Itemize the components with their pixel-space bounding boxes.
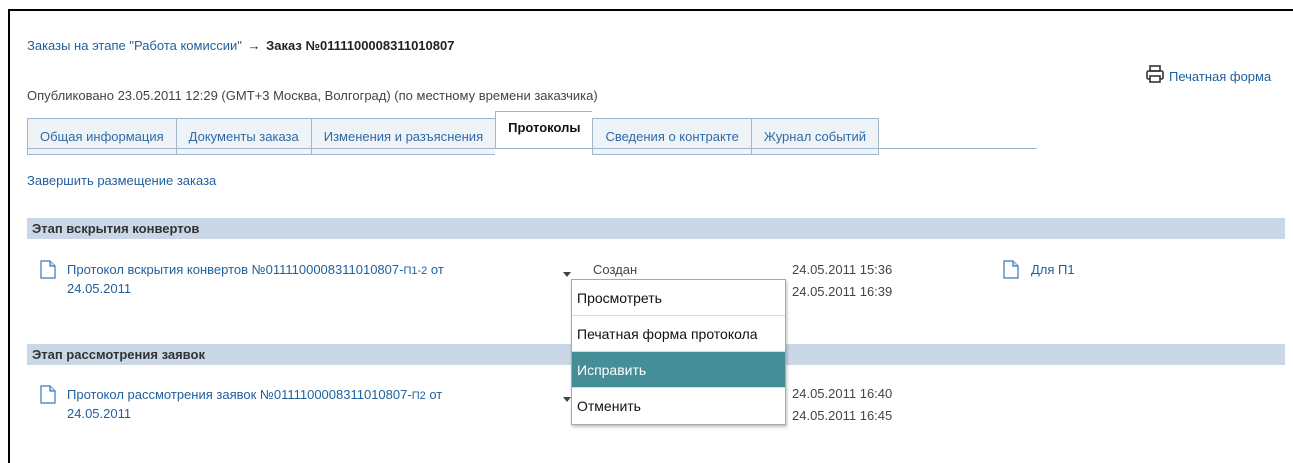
breadcrumb: Заказы на этапе "Работа комиссии" → Зака… bbox=[27, 38, 454, 53]
protocol-code: П1-2 bbox=[403, 265, 428, 277]
protocol-link-application-review[interactable]: Протокол рассмотрения заявок №0111100008… bbox=[67, 386, 442, 423]
menu-item-print-protocol[interactable]: Печатная форма протокола bbox=[572, 316, 785, 352]
printer-icon bbox=[1146, 65, 1164, 83]
published-info: Опубликовано 23.05.2011 12:29 (GMT+3 Мос… bbox=[27, 88, 598, 103]
protocol-link-text: Протокол вскрытия конвертов №01111000083… bbox=[67, 262, 404, 277]
attachment-link[interactable]: Для П1 bbox=[1031, 261, 1075, 279]
document-icon bbox=[40, 260, 56, 279]
print-form-label[interactable]: Печатная форма bbox=[1169, 69, 1271, 84]
modified-date: 24.05.2011 16:45 bbox=[792, 408, 893, 423]
breadcrumb-arrow: → bbox=[247, 38, 261, 53]
modified-date: 24.05.2011 16:39 bbox=[792, 284, 893, 299]
page-title: Заказ №0111100008311010807 bbox=[266, 38, 455, 53]
tab-general-info[interactable]: Общая информация bbox=[27, 118, 176, 155]
tab-contract-info[interactable]: Сведения о контракте bbox=[592, 118, 751, 155]
actions-dropdown-caret[interactable] bbox=[563, 397, 571, 402]
protocol-link-envelope-opening[interactable]: Протокол вскрытия конвертов №01111000083… bbox=[67, 261, 444, 298]
context-menu: Просмотреть Печатная форма протокола Исп… bbox=[571, 279, 786, 425]
document-icon bbox=[40, 385, 56, 404]
tabs-divider bbox=[27, 148, 1037, 149]
section-header-envelope-opening: Этап вскрытия конвертов bbox=[27, 218, 1285, 239]
status-text: Создан bbox=[593, 262, 638, 277]
created-date: 24.05.2011 15:36 bbox=[792, 262, 893, 277]
tab-event-log[interactable]: Журнал событий bbox=[750, 118, 880, 155]
menu-item-view[interactable]: Просмотреть bbox=[572, 280, 785, 316]
actions-dropdown-caret[interactable] bbox=[563, 272, 571, 277]
menu-item-cancel[interactable]: Отменить bbox=[572, 388, 785, 424]
breadcrumb-link-orders[interactable]: Заказы на этапе "Работа комиссии" bbox=[27, 38, 242, 53]
tab-protocols[interactable]: Протоколы bbox=[495, 111, 593, 149]
protocol-code: П2 bbox=[411, 390, 426, 402]
tab-order-documents[interactable]: Документы заказа bbox=[175, 118, 311, 155]
menu-item-edit[interactable]: Исправить bbox=[572, 352, 785, 388]
protocol-date: 24.05.2011 bbox=[67, 406, 132, 421]
document-icon bbox=[1003, 260, 1019, 279]
finish-order-link[interactable]: Завершить размещение заказа bbox=[27, 173, 216, 188]
tab-bar: Общая информация Документы заказа Измене… bbox=[27, 111, 880, 155]
protocol-link-tail: от bbox=[425, 387, 443, 402]
tab-changes[interactable]: Изменения и разъяснения bbox=[310, 118, 496, 155]
created-date: 24.05.2011 16:40 bbox=[792, 386, 893, 401]
print-form-button[interactable]: Печатная форма bbox=[1145, 64, 1271, 84]
protocol-link-tail: от bbox=[427, 262, 444, 277]
protocol-date: 24.05.2011 bbox=[67, 281, 132, 296]
protocol-link-text: Протокол рассмотрения заявок №0111100008… bbox=[67, 387, 412, 402]
